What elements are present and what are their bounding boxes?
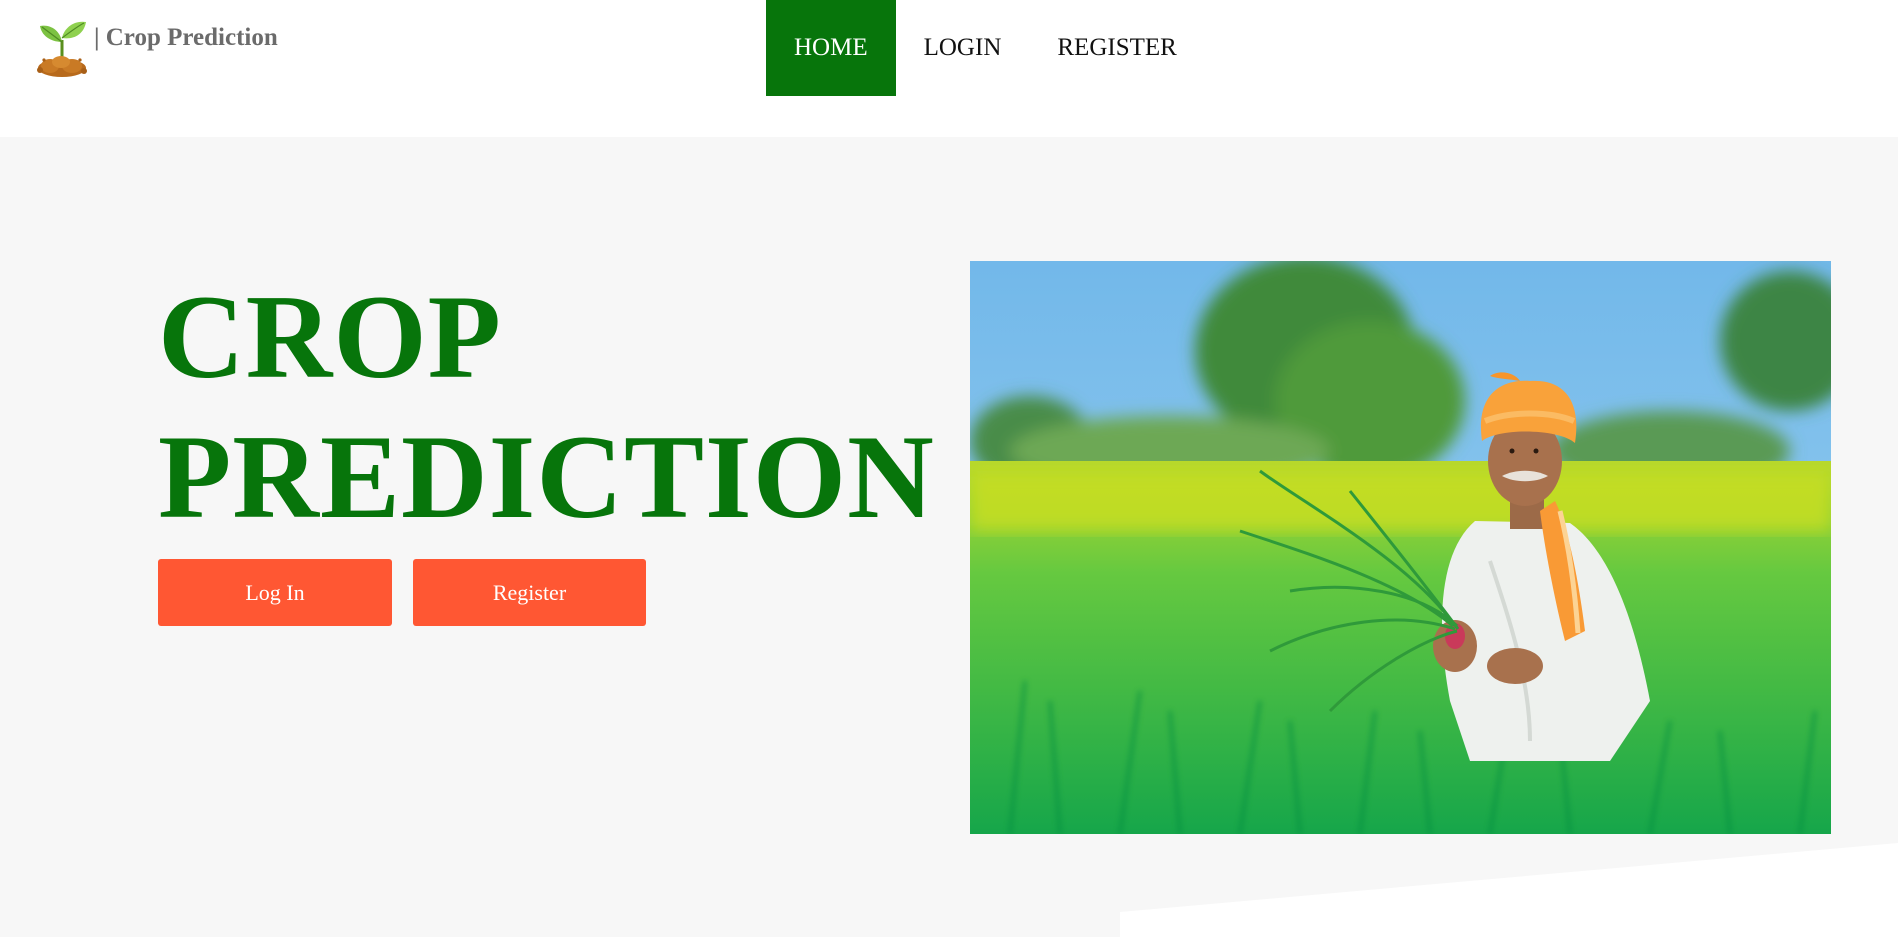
hero-title-line2: PREDICTION (158, 410, 935, 543)
register-button[interactable]: Register (413, 559, 646, 626)
sprout-in-soil-icon (37, 21, 87, 77)
nav-login[interactable]: LOGIN (896, 0, 1030, 96)
hero-section: CROP PREDICTION Log In Register (0, 137, 1898, 937)
hero-title: CROP PREDICTION (158, 267, 935, 547)
main-nav: HOME LOGIN REGISTER (766, 0, 1205, 96)
nav-home[interactable]: HOME (766, 0, 896, 96)
hero-title-line1: CROP (158, 270, 502, 403)
brand[interactable]: | Crop Prediction (34, 16, 278, 78)
nav-register[interactable]: REGISTER (1029, 0, 1204, 96)
site-header: | Crop Prediction HOME LOGIN REGISTER (0, 0, 1898, 137)
brand-name: | Crop Prediction (94, 24, 278, 51)
farmer-in-green-field-photo (970, 261, 1831, 834)
login-button[interactable]: Log In (158, 559, 392, 626)
